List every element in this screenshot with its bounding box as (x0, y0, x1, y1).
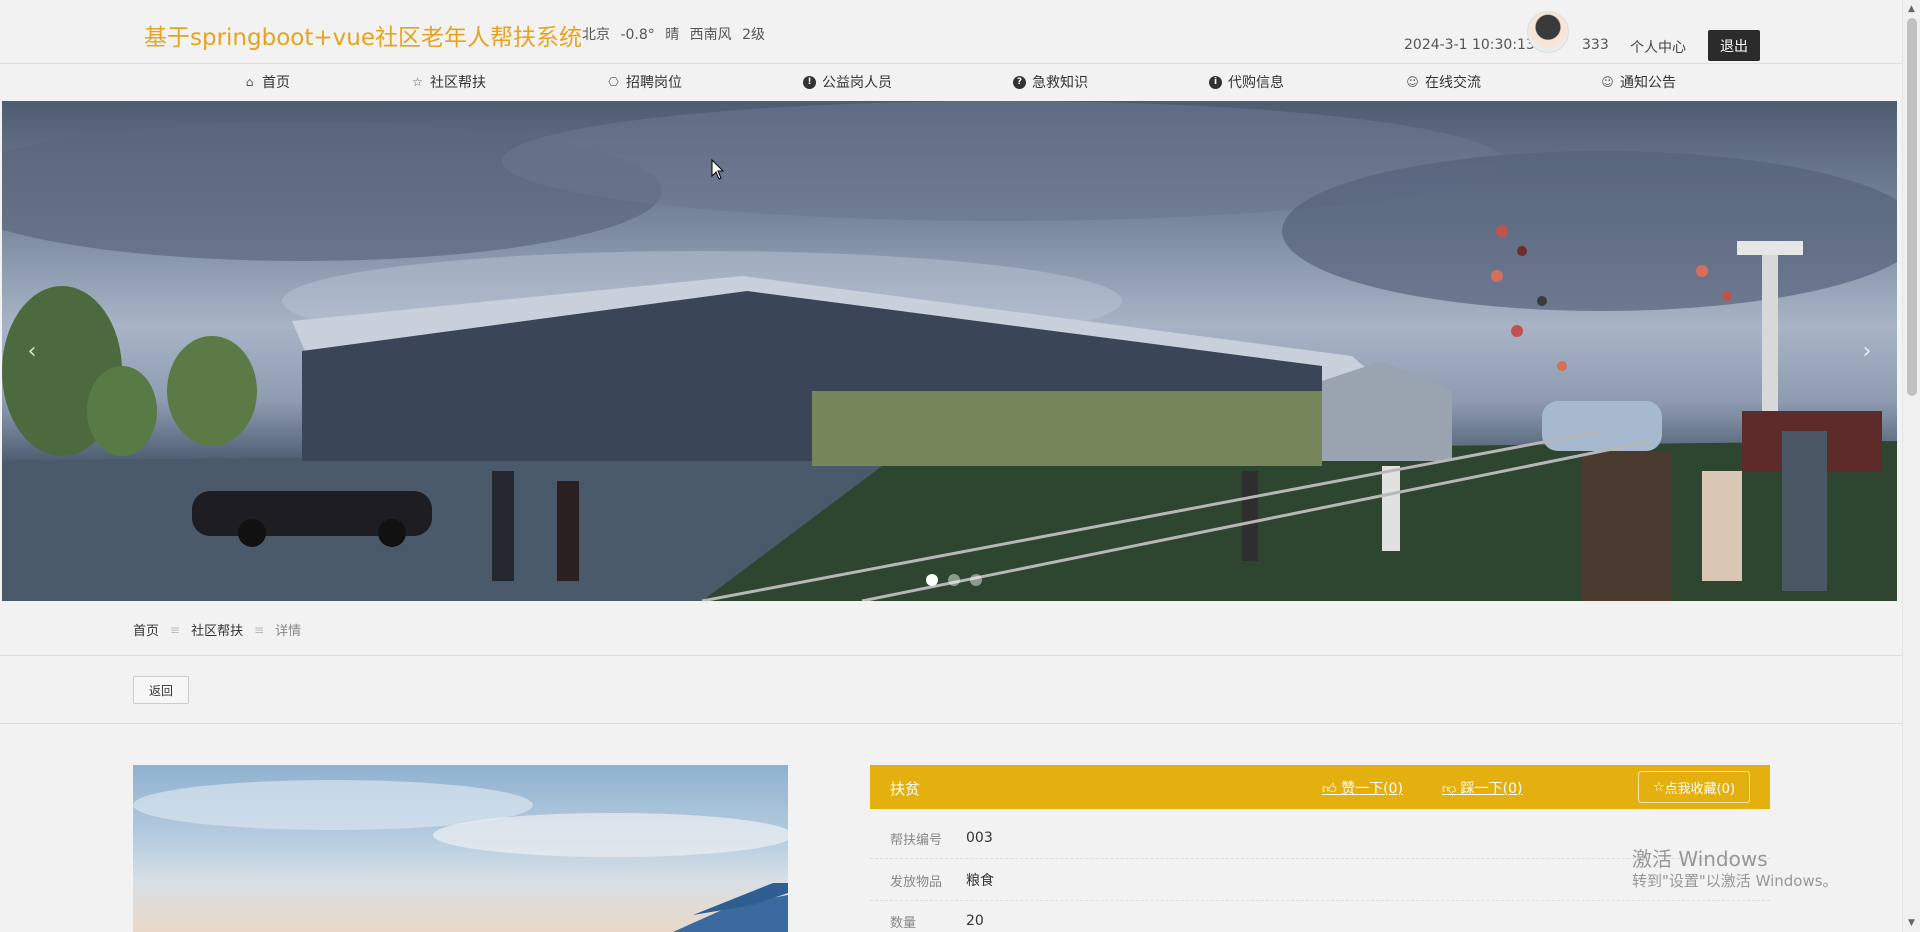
carousel-dot[interactable] (970, 574, 982, 586)
top-header: 基于springboot+vue社区老年人帮扶系统 北京 -0.8° 晴 西南风… (0, 0, 1902, 64)
nav-item-label: 代购信息 (1228, 75, 1284, 91)
nav-item-jobs[interactable]: ⎔ 招聘岗位 (607, 64, 682, 100)
carousel-dot[interactable] (926, 574, 938, 586)
breadcrumb-community-help[interactable]: 社区帮扶 (191, 620, 243, 639)
collect-button[interactable]: ☆ 点我收藏(0) (1638, 771, 1750, 803)
nav-item-label: 在线交流 (1425, 75, 1481, 91)
info-icon: ! (803, 75, 816, 89)
back-button[interactable]: 返回 (133, 676, 189, 704)
smile-icon: ☺ (1601, 74, 1614, 89)
vertical-scrollbar[interactable]: ▲ ▼ (1902, 0, 1920, 932)
divider (0, 655, 1902, 656)
current-datetime: 2024-3-1 10:30:13 (1404, 37, 1535, 53)
user-center-link[interactable]: 个人中心 (1630, 37, 1686, 57)
field-value: 20 (966, 913, 984, 929)
windows-activation-title: 激活 Windows (1632, 847, 1768, 871)
scrollbar-thumb[interactable] (1907, 18, 1917, 396)
detail-title: 扶贫 (890, 780, 921, 798)
home-icon: ⌂ (245, 74, 254, 89)
banner-image (2, 101, 1897, 601)
weather-widget: 北京 -0.8° 晴 西南风 2级 (582, 27, 766, 43)
username: 333 (1582, 37, 1609, 53)
bag-icon: ⎔ (608, 74, 619, 89)
chevron-right-icon[interactable]: › (1853, 337, 1881, 365)
star-icon: ☆ (412, 74, 423, 89)
field-label: 数量 (890, 915, 917, 931)
thumbs-down-icon: 👎︎ (1442, 781, 1461, 797)
detail-image-graphic (133, 780, 788, 932)
smile-icon: ☺ (1406, 74, 1419, 89)
nav-item-notice[interactable]: ☺ 通知公告 (1601, 64, 1676, 100)
logout-button[interactable]: 退出 (1708, 30, 1760, 61)
detail-image (133, 765, 788, 932)
like-button[interactable]: 👍︎ 赞一下(0) (1322, 778, 1403, 798)
question-icon: ? (1013, 75, 1026, 89)
scroll-down-icon[interactable]: ▼ (1908, 918, 1915, 928)
info-icon: i (1209, 75, 1222, 89)
dislike-button[interactable]: 👎︎ 踩一下(0) (1442, 778, 1523, 798)
breadcrumb-separator: ≡ (170, 622, 181, 637)
nav-item-volunteers[interactable]: ! 公益岗人员 (803, 64, 892, 100)
divider (0, 723, 1902, 724)
breadcrumb: 首页 ≡ 社区帮扶 ≡ 详情 (133, 620, 302, 640)
mouse-cursor-icon (711, 159, 725, 180)
like-label: 赞一下(0) (1341, 781, 1403, 797)
main-nav: ⌂ 首页 ☆ 社区帮扶 ⎔ 招聘岗位 ! 公益岗人员 ? 急救知识 i 代购信息… (0, 64, 1902, 101)
field-label: 帮扶编号 (890, 832, 943, 848)
nav-item-home[interactable]: ⌂ 首页 (243, 64, 290, 100)
collect-label: 点我收藏(0) (1664, 781, 1736, 797)
nav-item-chat[interactable]: ☺ 在线交流 (1406, 64, 1481, 100)
chevron-left-icon[interactable]: ‹ (18, 337, 46, 365)
windows-activation-hint: 转到"设置"以激活 Windows。 (1632, 872, 1838, 890)
banner-carousel[interactable]: ‹ › (2, 101, 1897, 601)
avatar[interactable] (1527, 11, 1569, 53)
field-label: 发放物品 (890, 874, 943, 890)
nav-item-label: 首页 (262, 75, 290, 91)
nav-item-label: 招聘岗位 (626, 75, 682, 91)
nav-item-community-help[interactable]: ☆ 社区帮扶 (411, 64, 486, 100)
carousel-dot[interactable] (948, 574, 960, 586)
field-value: 003 (966, 830, 993, 846)
nav-item-label: 社区帮扶 (430, 75, 486, 91)
breadcrumb-home[interactable]: 首页 (133, 620, 159, 639)
star-icon: ☆ (1652, 779, 1665, 795)
field-value: 粮食 (966, 873, 994, 889)
breadcrumb-separator: ≡ (254, 622, 265, 637)
site-title: 基于springboot+vue社区老年人帮扶系统 (144, 25, 582, 51)
dislike-label: 踩一下(0) (1460, 781, 1523, 797)
nav-item-label: 公益岗人员 (822, 75, 892, 91)
nav-item-purchase[interactable]: i 代购信息 (1209, 64, 1284, 100)
nav-item-label: 急救知识 (1032, 75, 1088, 91)
detail-field-row: 数量 20 (870, 901, 1770, 932)
scroll-up-icon[interactable]: ▲ (1908, 4, 1915, 14)
detail-header-bar: 扶贫 👍︎ 赞一下(0) 👎︎ 踩一下(0) ☆ 点我收藏(0) (870, 765, 1770, 809)
nav-item-first-aid[interactable]: ? 急救知识 (1013, 64, 1088, 100)
thumbs-up-icon: 👍︎ (1322, 781, 1342, 797)
carousel-indicators (926, 574, 982, 586)
nav-item-label: 通知公告 (1620, 75, 1676, 91)
breadcrumb-current: 详情 (275, 624, 302, 639)
